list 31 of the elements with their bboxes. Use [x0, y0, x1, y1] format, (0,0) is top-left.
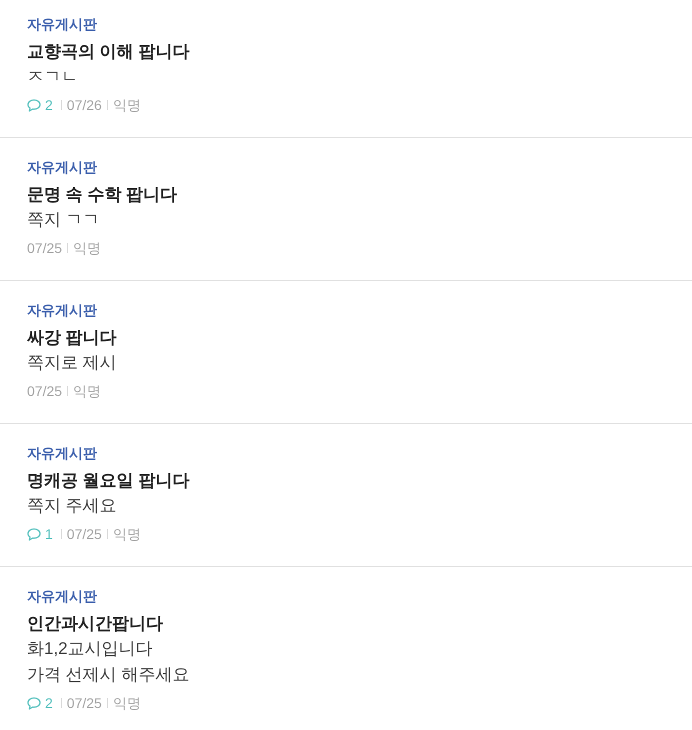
post-date: 07/25 — [66, 694, 102, 713]
comment-icon — [27, 98, 41, 112]
post-author: 익명 — [112, 96, 141, 115]
post-body: 쪽지 주세요 — [27, 495, 117, 517]
post-title[interactable]: 문명 속 수학 팝니다 — [27, 183, 178, 207]
post-body: 쪽지로 제시 — [27, 352, 117, 374]
board-name[interactable]: 자유게시판 — [27, 443, 97, 463]
post-body: ㅈㄱㄴ — [27, 66, 78, 88]
post-author: 익명 — [112, 694, 141, 713]
post-date: 07/25 — [27, 239, 62, 258]
post-title[interactable]: 명캐공 월요일 팝니다 — [27, 469, 190, 493]
post-date: 07/25 — [27, 382, 62, 401]
post-author: 익명 — [73, 239, 102, 258]
board-name[interactable]: 자유게시판 — [27, 586, 97, 606]
post-date: 07/25 — [66, 525, 102, 544]
board-name[interactable]: 자유게시판 — [27, 300, 97, 320]
comment-count: 2 — [45, 694, 53, 713]
post-date: 07/26 — [66, 96, 102, 115]
comment-count: 1 — [45, 525, 53, 544]
board-name[interactable]: 자유게시판 — [27, 14, 97, 34]
comment-icon — [27, 696, 41, 710]
comment-icon — [27, 528, 41, 540]
post-body: 화1,2교시입니다 가격 선제시 해주세요 — [27, 638, 190, 686]
post-title[interactable]: 싸강 팝니다 — [27, 326, 117, 350]
comment-count: 2 — [45, 96, 53, 115]
post-body: 쪽지 ㄱㄱ — [27, 209, 100, 231]
post-title[interactable]: 인간과시간팝니다 — [27, 612, 163, 636]
post-author: 익명 — [112, 525, 141, 544]
board-name[interactable]: 자유게시판 — [27, 157, 97, 177]
post-author: 익명 — [73, 382, 102, 401]
post-title[interactable]: 교향곡의 이해 팝니다 — [27, 40, 190, 64]
